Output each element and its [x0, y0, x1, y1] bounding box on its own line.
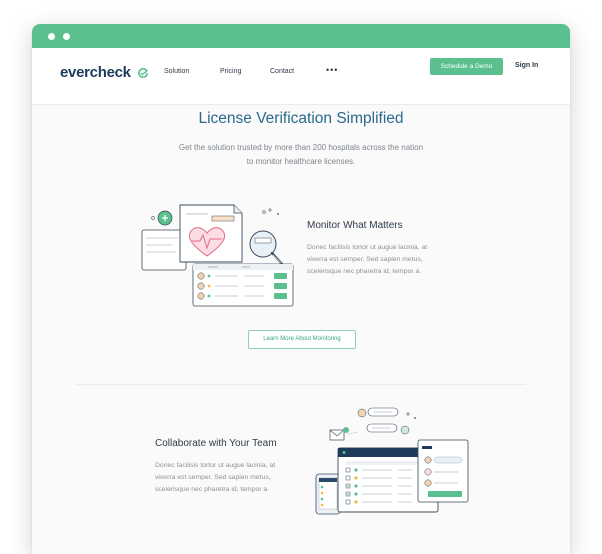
hero-title: License Verification Simplified [198, 110, 404, 127]
refresh-check-icon [137, 68, 148, 78]
schedule-demo-button[interactable]: Schedule a Demo [430, 58, 503, 75]
feature-desc-collaborate: Donec facilisis tortor ut augue lacinia,… [155, 462, 276, 493]
feature-desc-monitor: Donec facilisis tortor ut augue lacinia,… [307, 244, 428, 275]
learn-more-monitoring-button[interactable]: Learn More About Monitoring [248, 330, 356, 349]
logo[interactable]: evercheck [60, 64, 149, 81]
nav-link-contact[interactable]: Contact [270, 68, 294, 75]
nav-link-solution[interactable]: Solution [164, 68, 189, 75]
plus-icon [157, 210, 173, 226]
envelope-icon [329, 427, 349, 441]
heart-document-icon [179, 204, 243, 263]
feature-title-monitor: Monitor What Matters [307, 220, 403, 231]
window-dot [63, 33, 70, 40]
top-nav: evercheck Solution Pricing Contact ••• S… [32, 48, 570, 105]
sign-in-link[interactable]: Sign In [515, 62, 538, 69]
magnifier-icon [249, 230, 284, 266]
window-titlebar [32, 24, 570, 48]
section-divider [76, 384, 526, 385]
collaboration-illustration [315, 407, 469, 515]
logo-text: evercheck [60, 64, 131, 81]
phone-icon [315, 473, 341, 515]
browser-window: evercheck Solution Pricing Contact ••• S… [32, 24, 570, 554]
window-dot [48, 33, 55, 40]
monitoring-illustration [141, 204, 294, 307]
more-menu-icon[interactable]: ••• [326, 65, 338, 75]
feature-title-collaborate: Collaborate with Your Team [155, 438, 277, 449]
avatar-icon [197, 272, 205, 300]
hero-subtitle: Get the solution trusted by more than 20… [178, 143, 424, 166]
nav-link-pricing[interactable]: Pricing [220, 68, 241, 75]
